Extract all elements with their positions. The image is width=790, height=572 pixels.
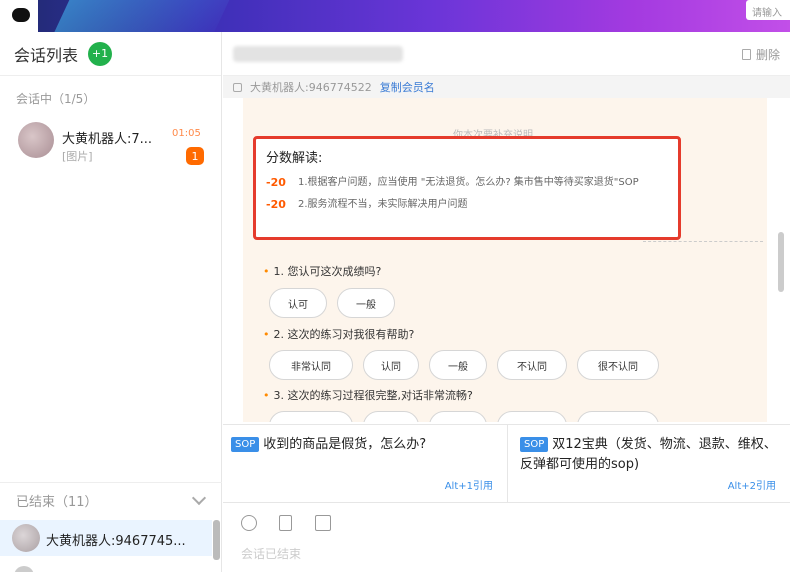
avatar [14, 566, 34, 572]
member-name: 大黄机器人:946774522 [250, 81, 372, 94]
survey-option[interactable]: 一般 [429, 350, 487, 380]
message-input-area: 会话已结束 [223, 502, 790, 572]
ended-conversation-name: 大黄机器人:9467745... [46, 534, 186, 549]
survey-option[interactable]: 认可 [269, 288, 327, 318]
member-info-bar: 大黄机器人:946774522 复制会员名 [223, 76, 790, 98]
image-icon[interactable] [315, 515, 331, 531]
survey-question: • 3. 这次的练习过程很完整,对话非常流畅? [263, 389, 473, 402]
score-title: 分数解读: [266, 151, 323, 166]
session-ended-text: 会话已结束 [241, 547, 302, 561]
delete-label: 删除 [755, 48, 780, 62]
score-text: 1.根据客户问题，应当使用 "无法退货。怎么办? 集市售中等待买家退货"SOP [298, 177, 639, 188]
survey-question: • 2. 这次的练习对我很有帮助? [263, 328, 415, 341]
question-label: 2. 这次的练习对我很有帮助? [273, 328, 415, 341]
survey-option[interactable]: 认同 [363, 350, 419, 380]
search-input[interactable]: 请输入 [746, 0, 790, 20]
copy-member-name-link[interactable]: 复制会员名 [380, 79, 435, 95]
delete-button[interactable]: 删除 [741, 46, 780, 63]
sop-tag: SOP [520, 437, 549, 452]
question-label: 1. 您认可这次成绩吗? [273, 265, 382, 278]
avatar [18, 122, 54, 158]
sop-shortcut[interactable]: Alt+1引用 [445, 477, 493, 497]
sop-suggestion-bar: SOP 收到的商品是假货，怎么办? Alt+1引用 SOP 双12宝典（发货、物流、… [223, 424, 790, 503]
chevron-down-icon[interactable] [191, 490, 207, 506]
active-section-label: 会话中（1/5） [16, 92, 96, 106]
blurred-customer-name [233, 46, 403, 62]
chat-message-area: 你本次要补充说明 分数解读: -20 1.根据客户问题，应当使用 "无法退货。怎… [243, 98, 767, 422]
chat-scrollbar[interactable] [778, 232, 784, 292]
score-points: -20 [266, 176, 286, 189]
survey-option-partial[interactable] [363, 411, 419, 422]
survey-question: • 1. 您认可这次成绩吗? [263, 265, 382, 278]
sop-suggestion[interactable]: SOP 收到的商品是假货，怎么办? Alt+1引用 [223, 425, 507, 503]
survey-option[interactable]: 一般 [337, 288, 395, 318]
chat-header: 删除 [223, 32, 790, 76]
emoji-icon[interactable] [241, 515, 257, 531]
sop-suggestion[interactable]: SOP 双12宝典（发货、物流、退款、维权、反弹都可使用的sop) Alt+2引用 [508, 425, 790, 503]
survey-option-partial[interactable] [429, 411, 487, 422]
score-points: -20 [266, 198, 286, 211]
banner-decoration [46, 0, 234, 32]
ended-conversation-item[interactable]: 大黄机器人:9467745... [0, 520, 212, 556]
top-banner: 请输入 [0, 0, 790, 32]
sidebar-header: 会话列表 +1 [0, 32, 221, 76]
conversation-item[interactable]: 大黄机器人:7... [图片] 01:05 1 [0, 114, 222, 172]
app-window: 请输入 会话列表 +1 会话中（1/5） 大黄机器人:7... [图片] 01:… [0, 0, 790, 572]
user-icon [233, 82, 242, 92]
survey-option-partial[interactable] [497, 411, 567, 422]
sop-text: 收到的商品是假货，怎么办? [263, 437, 427, 452]
score-item: -20 1.根据客户问题，应当使用 "无法退货。怎么办? 集市售中等待买家退货"… [266, 175, 668, 190]
survey-option[interactable]: 非常认同 [269, 350, 353, 380]
new-conversation-badge[interactable]: +1 [88, 41, 113, 66]
sop-text: 双12宝典（发货、物流、退款、维权、反弹都可使用的sop) [520, 437, 777, 472]
survey-option[interactable]: 不认同 [497, 350, 567, 380]
sop-shortcut[interactable]: Alt+2引用 [728, 477, 776, 497]
unread-badge: 1 [186, 147, 204, 165]
conversation-sidebar: 会话列表 +1 会话中（1/5） 大黄机器人:7... [图片] 01:05 1… [0, 32, 222, 572]
score-item: -20 2.服务流程不当，未实际解决用户问题 [266, 197, 668, 212]
conversation-time: 01:05 [172, 128, 201, 139]
sidebar-scrollbar[interactable] [213, 520, 220, 560]
conversation-name: 大黄机器人:7... [62, 132, 153, 147]
file-icon[interactable] [279, 515, 292, 531]
survey-option-partial[interactable] [577, 411, 659, 422]
chat-bubble-icon[interactable] [12, 8, 30, 22]
divider [643, 241, 763, 242]
conversation-preview: [图片] [62, 150, 93, 163]
ended-conversation-item[interactable] [0, 564, 212, 572]
question-label: 3. 这次的练习过程很完整,对话非常流畅? [273, 389, 473, 402]
score-text: 2.服务流程不当，未实际解决用户问题 [298, 199, 468, 210]
sidebar-title: 会话列表 [14, 45, 79, 65]
ended-section-label: 已结束（11） [16, 495, 98, 510]
avatar [12, 524, 40, 552]
trash-icon [741, 49, 751, 60]
sop-tag: SOP [231, 437, 260, 452]
ended-section-header[interactable]: 已结束（11） [0, 482, 222, 518]
score-interpretation-card: 分数解读: -20 1.根据客户问题，应当使用 "无法退货。怎么办? 集市售中等… [253, 136, 681, 240]
survey-option-partial[interactable] [269, 411, 353, 422]
survey-option[interactable]: 很不认同 [577, 350, 659, 380]
chat-panel: 删除 大黄机器人:946774522 复制会员名 你本次要补充说明 分数解读: … [223, 32, 790, 572]
